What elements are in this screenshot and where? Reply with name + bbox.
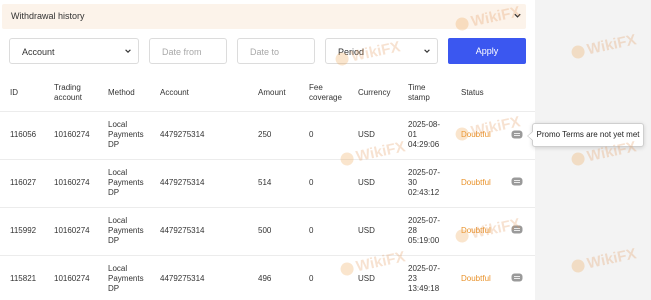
date-to-input[interactable]: Date to xyxy=(237,38,315,64)
column-header-fee-line2: coverage xyxy=(309,93,342,102)
column-header-method: Method xyxy=(108,88,135,97)
withdrawal-panel: Withdrawal history Account Date from Dat… xyxy=(0,0,535,300)
cell-method-line1: Local xyxy=(108,168,128,177)
cell-trading-account: 10160274 xyxy=(54,178,90,187)
cell-method-line3: DP xyxy=(108,140,120,149)
cell-method-line2: Payments xyxy=(108,178,144,187)
cell-account: 4479275314 xyxy=(160,178,205,187)
cell-id: 116056 xyxy=(10,130,37,139)
column-header-status: Status xyxy=(461,88,484,97)
cell-method-line2: Payments xyxy=(108,274,144,283)
cell-method-line3: DP xyxy=(108,284,120,293)
cell-currency: USD xyxy=(358,226,375,235)
cell-trading-account: 10160274 xyxy=(54,226,90,235)
cell-method-line1: Local xyxy=(108,120,128,129)
watermark-logo-icon xyxy=(334,51,350,67)
column-header-time-line2: stamp xyxy=(408,93,430,102)
watermark-logo-icon xyxy=(454,126,470,142)
cell-date-line1: 2025-07- xyxy=(408,216,441,225)
column-header-fee-line1: Fee xyxy=(309,83,323,92)
cell-fee: 0 xyxy=(309,130,314,139)
watermark-logo-icon xyxy=(570,44,586,60)
column-header-trading-account-line1: Trading xyxy=(54,83,81,92)
cell-amount: 250 xyxy=(258,130,272,139)
cell-method-line1: Local xyxy=(108,216,128,225)
account-select[interactable]: Account xyxy=(9,38,139,64)
watermark-logo-icon xyxy=(339,261,355,277)
cell-date-line2: 28 xyxy=(408,226,417,235)
watermark-logo-icon xyxy=(339,151,355,167)
cell-method-line2: Payments xyxy=(108,226,144,235)
cell-method-line3: DP xyxy=(108,188,120,197)
cell-currency: USD xyxy=(358,274,375,283)
cell-account: 4479275314 xyxy=(160,274,205,283)
column-header-trading-account-line2: account xyxy=(54,93,83,102)
cell-amount: 500 xyxy=(258,226,272,235)
cell-fee: 0 xyxy=(309,178,314,187)
cell-currency: USD xyxy=(358,178,375,187)
cell-method-line2: Payments xyxy=(108,130,144,139)
column-header-currency: Currency xyxy=(358,88,391,97)
cell-id: 115992 xyxy=(10,226,37,235)
chevron-down-icon xyxy=(424,49,430,53)
cell-date-line2: 01 xyxy=(408,130,417,139)
chat-bubble-icon[interactable] xyxy=(511,273,523,283)
cell-method-line1: Local xyxy=(108,264,128,273)
cell-fee: 0 xyxy=(309,226,314,235)
date-from-input[interactable]: Date from xyxy=(149,38,227,64)
watermark-logo-icon xyxy=(570,258,586,274)
cell-id: 116027 xyxy=(10,178,37,187)
cell-date-line1: 2025-07- xyxy=(408,264,441,273)
watermark-logo-icon xyxy=(454,228,470,244)
cell-account: 4479275314 xyxy=(160,130,205,139)
cell-fee: 0 xyxy=(309,274,314,283)
cell-amount: 496 xyxy=(258,274,272,283)
cell-date-line2: 30 xyxy=(408,178,417,187)
cell-date-line1: 2025-07- xyxy=(408,168,441,177)
cell-id: 115821 xyxy=(10,274,37,283)
cell-date-line2: 23 xyxy=(408,274,417,283)
apply-button[interactable]: Apply xyxy=(448,38,526,64)
cell-method-line3: DP xyxy=(108,236,120,245)
account-select-value: Account xyxy=(22,47,55,57)
row-divider xyxy=(0,255,535,256)
chevron-down-icon xyxy=(125,49,131,53)
row-divider xyxy=(0,159,535,160)
cell-account: 4479275314 xyxy=(160,226,205,235)
column-header-account: Account xyxy=(160,88,189,97)
header-title: Withdrawal history xyxy=(11,11,85,21)
withdrawal-history-header[interactable]: Withdrawal history xyxy=(2,4,526,29)
watermark-logo-icon xyxy=(570,151,586,167)
row-divider xyxy=(0,111,535,112)
column-header-amount: Amount xyxy=(258,88,286,97)
cell-time: 13:49:18 xyxy=(408,284,440,293)
tooltip-arrow-inner xyxy=(528,131,534,141)
cell-time: 05:19:00 xyxy=(408,236,440,245)
cell-trading-account: 10160274 xyxy=(54,274,90,283)
chat-bubble-icon[interactable] xyxy=(511,177,523,187)
cell-currency: USD xyxy=(358,130,375,139)
cell-trading-account: 10160274 xyxy=(54,130,90,139)
cell-time: 02:43:12 xyxy=(408,188,440,197)
column-header-time-line1: Time xyxy=(408,83,426,92)
cell-amount: 514 xyxy=(258,178,272,187)
row-divider xyxy=(0,207,535,208)
cell-date-line1: 2025-08- xyxy=(408,120,441,129)
date-to-placeholder: Date to xyxy=(250,47,280,57)
column-header-id: ID xyxy=(10,88,18,97)
date-from-placeholder: Date from xyxy=(162,47,202,57)
status-badge: Doubtful xyxy=(461,274,491,283)
status-badge: Doubtful xyxy=(461,178,491,187)
watermark-logo-icon xyxy=(454,16,470,32)
cell-time: 04:29:06 xyxy=(408,140,440,149)
